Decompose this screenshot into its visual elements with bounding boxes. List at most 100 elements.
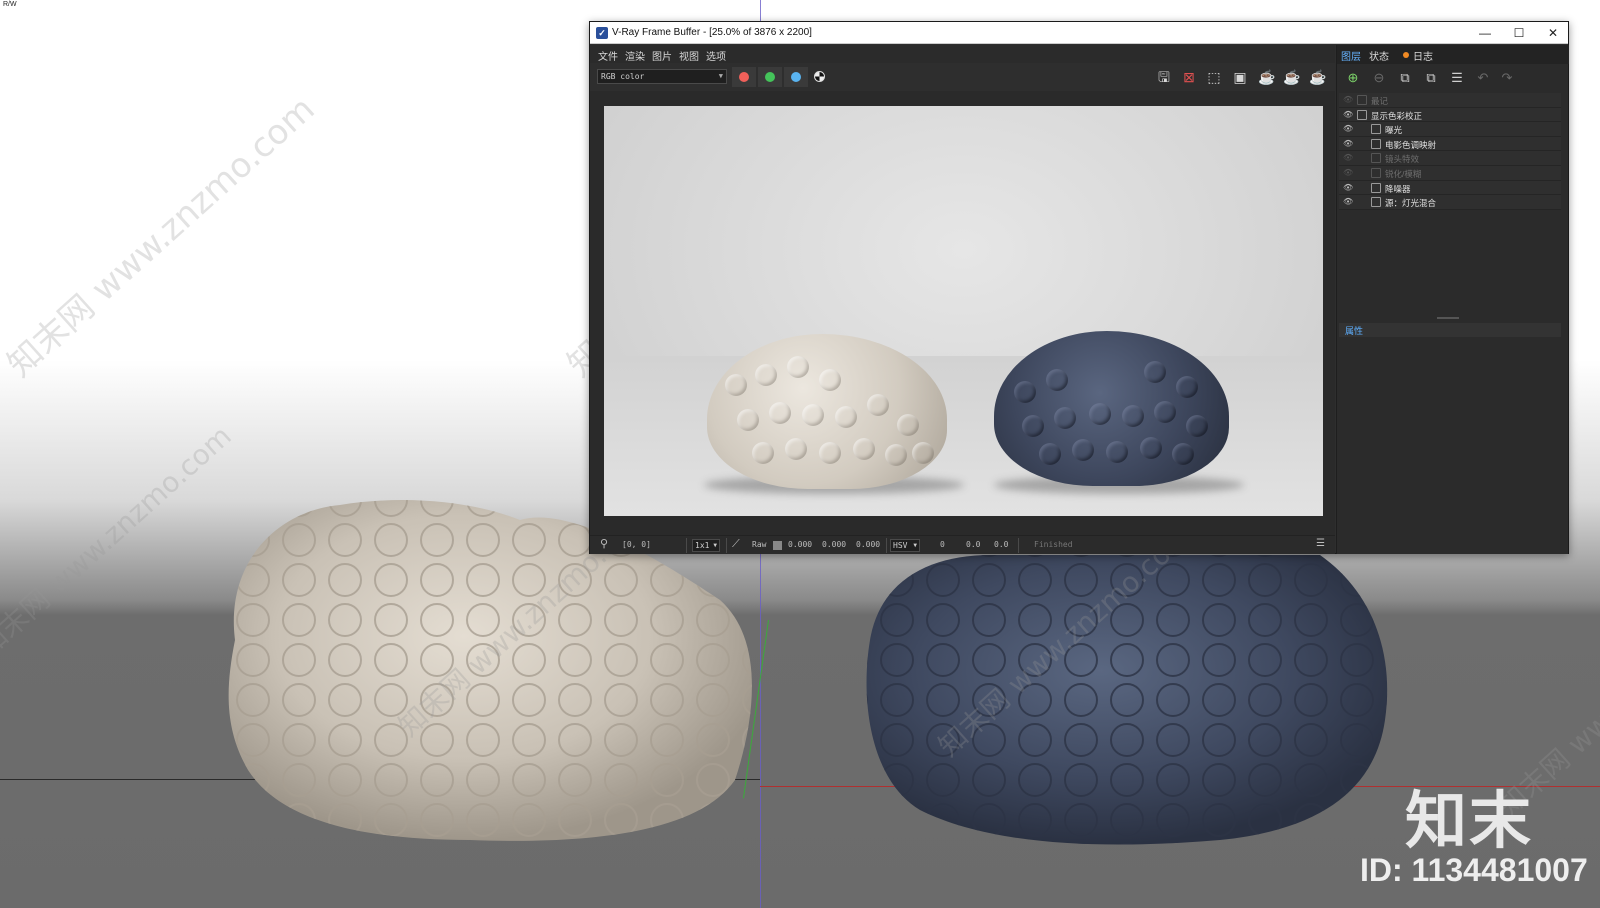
- layer-name: 降噪器: [1385, 183, 1411, 194]
- tab-log[interactable]: 日志: [1413, 48, 1433, 63]
- window-titlebar[interactable]: ✓ V-Ray Frame Buffer - [25.0% of 3876 x …: [590, 22, 1568, 44]
- layer-type-icon: [1371, 197, 1381, 208]
- layer-name: 曝光: [1385, 125, 1403, 136]
- menu-view[interactable]: 视图: [679, 48, 699, 63]
- green-channel-button[interactable]: [758, 67, 782, 87]
- blue-channel-button[interactable]: [784, 67, 808, 87]
- layer-type-icon: [1357, 109, 1367, 120]
- chevron-down-icon: ▼: [718, 72, 723, 80]
- layer-row[interactable]: 👁 最记: [1339, 93, 1561, 108]
- asset-id: ID: 1134481007: [1360, 852, 1588, 888]
- layer-type-icon: [1371, 167, 1381, 178]
- save-layers-icon[interactable]: ⧉: [1395, 69, 1415, 87]
- render-teapot-icon[interactable]: ☕: [1308, 68, 1328, 86]
- load-layers-icon[interactable]: ⧉: [1421, 69, 1441, 87]
- hue-value: 0: [940, 540, 945, 549]
- red-value: 0.000: [788, 540, 813, 549]
- divider: [726, 538, 727, 553]
- chevron-down-icon: ▼: [913, 542, 917, 549]
- layer-row[interactable]: 👁 镜头特效: [1339, 151, 1561, 166]
- layer-type-icon: [1371, 182, 1381, 193]
- blue-value: 0.000: [856, 540, 881, 549]
- green-dot-icon: [765, 72, 775, 82]
- raw-label: Raw: [752, 540, 767, 549]
- zoom-dropdown-value: 1x1: [695, 541, 710, 550]
- menu-options[interactable]: 选项: [706, 48, 726, 63]
- maximize-button[interactable]: ☐: [1504, 24, 1534, 42]
- rendered-image: [604, 106, 1323, 516]
- eye-icon[interactable]: 👁: [1343, 197, 1353, 206]
- clear-image-icon[interactable]: ⊠: [1179, 68, 1199, 86]
- eye-icon[interactable]: 👁: [1343, 110, 1353, 119]
- bean-bag-dark-render: [994, 331, 1229, 486]
- layer-name: 锐化/模糊: [1385, 168, 1422, 179]
- layer-toolbar: ⊕ ⊖ ⧉ ⧉ ☰ ↶ ↷: [1337, 65, 1569, 91]
- add-layer-icon[interactable]: ⊕: [1343, 69, 1363, 87]
- panel-tabs: 图层 状态 日志: [1337, 45, 1569, 64]
- close-button[interactable]: ✕: [1538, 24, 1568, 42]
- red-channel-button[interactable]: [732, 67, 756, 87]
- menu-render[interactable]: 渲染: [625, 48, 645, 63]
- redo-icon[interactable]: ↷: [1497, 69, 1517, 87]
- layer-list: 👁 最记 👁 显示色彩校正 👁 曝光 👁 电影色调映射 👁 镜头特效 👁 锐化/模糊 👁 降噪器 👁 源：灯光…: [1339, 93, 1561, 210]
- eye-icon[interactable]: 👁: [1343, 153, 1353, 162]
- render-view[interactable]: [590, 91, 1335, 535]
- green-value: 0.000: [822, 540, 847, 549]
- eye-icon[interactable]: 👁: [1343, 139, 1353, 148]
- layer-type-icon: [1357, 95, 1367, 105]
- layer-name: 镜头特效: [1385, 154, 1420, 165]
- undo-icon[interactable]: ↶: [1473, 69, 1493, 87]
- log-alert-dot: [1403, 52, 1409, 58]
- tab-layers[interactable]: 图层: [1341, 48, 1361, 63]
- layer-name: 显示色彩校正: [1371, 110, 1423, 121]
- eye-icon[interactable]: 👁: [1343, 183, 1353, 192]
- channel-dropdown[interactable]: RGB color ▼: [597, 69, 727, 84]
- layer-row[interactable]: 👁 电影色调映射: [1339, 136, 1561, 152]
- pin-icon[interactable]: ⚲: [600, 537, 608, 550]
- monochrome-toggle-icon[interactable]: [814, 71, 825, 82]
- eye-icon[interactable]: 👁: [1343, 168, 1353, 177]
- history-icon[interactable]: ☰: [1316, 538, 1325, 549]
- properties-label: 属性: [1345, 326, 1364, 336]
- red-dot-icon: [739, 72, 749, 82]
- menu-bar: 文件 渲染 图片 视图 选项: [590, 45, 1335, 63]
- menu-file[interactable]: 文件: [598, 48, 618, 63]
- layer-row[interactable]: 👁 锐化/模糊: [1339, 165, 1561, 181]
- layer-name: 源：灯光混合: [1385, 198, 1437, 209]
- delete-layer-icon[interactable]: ⊖: [1369, 69, 1389, 87]
- layer-row[interactable]: 👁 显示色彩校正: [1339, 107, 1561, 123]
- layer-type-icon: [1371, 153, 1381, 164]
- tab-stats[interactable]: 状态: [1369, 48, 1389, 63]
- menu-image[interactable]: 图片: [652, 48, 672, 63]
- blue-dot-icon: [791, 72, 801, 82]
- saturation-value: 0.0: [966, 540, 981, 549]
- value-value: 0.0: [994, 540, 1009, 549]
- interactive-render-icon[interactable]: ☕: [1257, 68, 1277, 86]
- panel-splitter[interactable]: [1437, 317, 1459, 319]
- render-status: Finished: [1034, 540, 1073, 549]
- vray-frame-buffer-window[interactable]: ✓ V-Ray Frame Buffer - [25.0% of 3876 x …: [589, 21, 1569, 554]
- layer-name: 最记: [1371, 96, 1389, 106]
- minimize-button[interactable]: —: [1470, 24, 1500, 42]
- eye-icon[interactable]: 👁: [1343, 124, 1353, 133]
- layer-row[interactable]: 👁 源：灯光混合: [1339, 195, 1561, 210]
- color-mode-dropdown[interactable]: HSV ▼: [890, 539, 920, 552]
- layer-row[interactable]: 👁 降噪器: [1339, 180, 1561, 196]
- eye-icon[interactable]: 👁: [1343, 95, 1353, 104]
- brand-logo: 知末: [1405, 784, 1534, 857]
- properties-header: 属性: [1339, 323, 1561, 337]
- save-icon[interactable]: 🖫: [1154, 68, 1174, 86]
- divider: [886, 538, 887, 553]
- track-mouse-icon[interactable]: ▣: [1230, 68, 1250, 86]
- bean-bag-dark-viewport: [866, 555, 1388, 845]
- curve-icon[interactable]: ⟋: [732, 537, 740, 551]
- status-bar: ⚲ [0, 0] 1x1 ▼ ⟋ Raw 0.000 0.000 0.000 H…: [590, 535, 1335, 554]
- region-render-icon[interactable]: ⬚: [1204, 68, 1224, 86]
- layer-row[interactable]: 👁 曝光: [1339, 122, 1561, 137]
- stop-render-icon[interactable]: ☕: [1282, 68, 1302, 86]
- layer-type-icon: [1371, 124, 1381, 135]
- window-title: V-Ray Frame Buffer - [25.0% of 3876 x 22…: [612, 27, 812, 38]
- zoom-dropdown[interactable]: 1x1 ▼: [692, 539, 720, 552]
- layer-list-icon[interactable]: ☰: [1447, 69, 1467, 87]
- color-swatch: [773, 541, 782, 550]
